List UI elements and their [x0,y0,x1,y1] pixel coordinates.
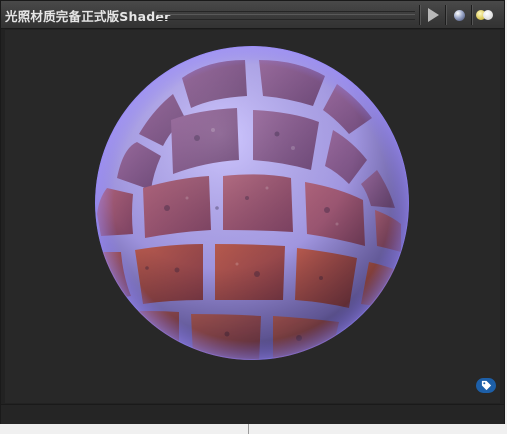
play-icon [427,8,439,22]
preview-footer [1,404,504,424]
preview-viewport[interactable] [5,30,500,403]
background-window-edge [0,424,507,434]
toolbar-separator [471,5,472,25]
preview-lights-icon [476,10,494,20]
toolbar-separator [445,5,446,25]
preview-toolbar: 光照材质完备正式版Shader [1,1,504,29]
preview-lights-button[interactable] [474,5,496,25]
preview-sphere[interactable] [87,38,417,368]
preview-sphere-icon [453,9,465,21]
toolbar-drag-area[interactable] [157,11,415,20]
tag-icon [481,380,491,391]
shader-preview-window: 光照材质完备正式版Shader [0,0,505,424]
window-title: 光照材质完备正式版Shader [5,9,171,24]
preview-mesh-button[interactable] [448,5,470,25]
play-button[interactable] [422,5,444,25]
toolbar-separator [419,5,420,25]
asset-label-button[interactable] [476,378,496,393]
